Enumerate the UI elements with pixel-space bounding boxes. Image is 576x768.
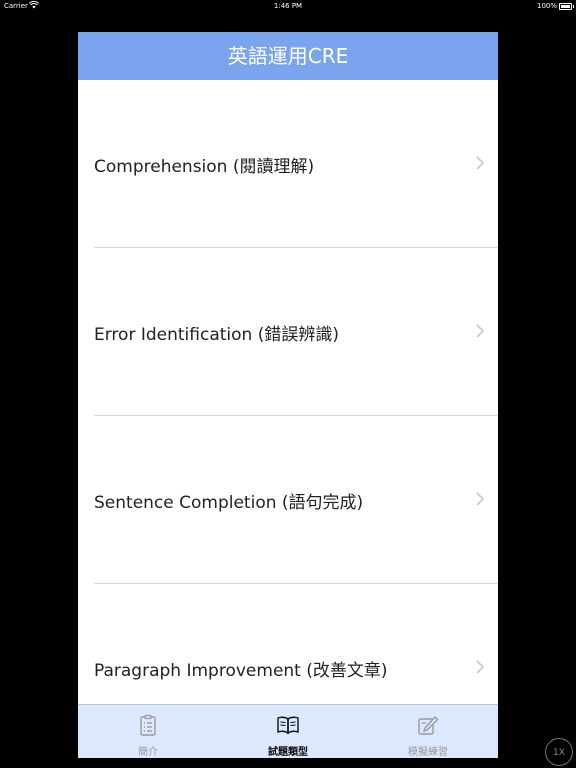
status-bar: Carrier 1:46 PM 100% bbox=[0, 0, 576, 13]
tab-label: 簡介 bbox=[138, 747, 158, 758]
list-item-error-identification[interactable]: Error Identification (錯誤辨識) bbox=[78, 248, 498, 416]
book-icon bbox=[277, 716, 299, 735]
page-title: 英語運用CRE bbox=[227, 44, 349, 68]
zoom-button[interactable]: 1X bbox=[545, 738, 573, 766]
app-window: 英語運用CRE Comprehension (閱讀理解) Error Ident… bbox=[78, 32, 498, 758]
list-item-label: Paragraph Improvement (改善文章) bbox=[94, 661, 388, 681]
chevron-right-icon bbox=[476, 324, 484, 338]
clock: 1:46 PM bbox=[273, 2, 303, 10]
chevron-right-icon bbox=[476, 660, 484, 674]
tab-intro[interactable]: 簡介 bbox=[78, 705, 218, 758]
nav-bar: 英語運用CRE bbox=[78, 32, 498, 80]
tab-label: 試題類型 bbox=[268, 747, 308, 758]
question-type-list: Comprehension (閱讀理解) Error Identificatio… bbox=[78, 80, 498, 704]
battery-icon bbox=[559, 3, 574, 10]
list-item-label: Sentence Completion (語句完成) bbox=[94, 493, 364, 513]
list-item-sentence-completion[interactable]: Sentence Completion (語句完成) bbox=[78, 416, 498, 584]
edit-icon bbox=[418, 715, 439, 735]
chevron-right-icon bbox=[476, 492, 484, 506]
chevron-right-icon bbox=[476, 156, 484, 170]
list-item-label: Error Identification (錯誤辨識) bbox=[94, 325, 339, 345]
list-item-label: Comprehension (閱讀理解) bbox=[94, 157, 315, 177]
list-item-comprehension[interactable]: Comprehension (閱讀理解) bbox=[78, 80, 498, 248]
tab-mock-practice[interactable]: 模擬練習 bbox=[358, 705, 498, 758]
tab-bar: 簡介 試題類型 模擬練習 bbox=[78, 704, 498, 758]
tab-question-types[interactable]: 試題類型 bbox=[218, 705, 358, 758]
tab-label: 模擬練習 bbox=[408, 747, 448, 758]
clipboard-icon bbox=[140, 714, 156, 736]
battery-percent: 100% bbox=[536, 2, 557, 10]
